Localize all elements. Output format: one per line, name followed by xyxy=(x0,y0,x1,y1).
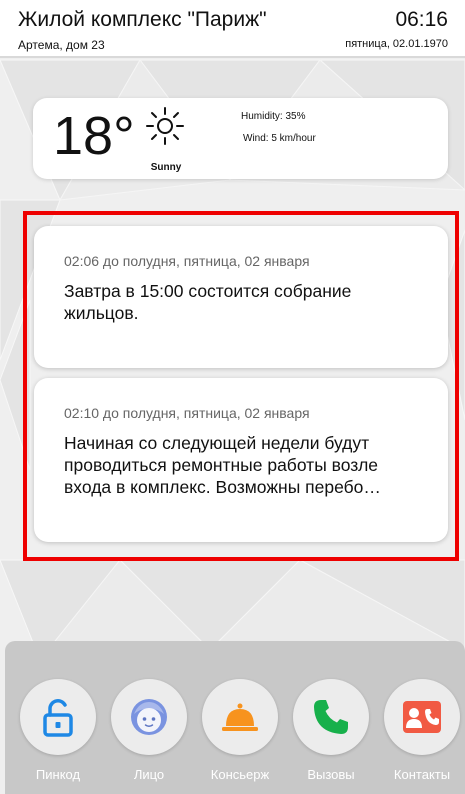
concierge-label: Консьерж xyxy=(210,767,270,782)
unlock-icon xyxy=(43,699,73,737)
face-icon xyxy=(131,699,167,735)
highlight-frame xyxy=(23,211,459,561)
pincode-label: Пинкод xyxy=(35,767,81,782)
sun-icon xyxy=(146,107,184,145)
weather-condition: Sunny xyxy=(150,162,182,173)
contacts-button[interactable]: Контакты xyxy=(382,679,462,789)
address: Артема, дом 23 xyxy=(18,38,105,52)
concierge-bell-icon xyxy=(222,703,258,731)
temperature: 18° xyxy=(53,106,135,166)
calls-label: Вызовы xyxy=(307,767,355,782)
contacts-label: Контакты xyxy=(393,767,451,782)
dock: Пинкод Лицо Консьерж Вызовы Контакты xyxy=(5,641,465,794)
humidity: Humidity: 35% xyxy=(241,111,306,122)
concierge-circle xyxy=(202,679,278,755)
pincode-circle xyxy=(20,679,96,755)
face-button[interactable]: Лицо xyxy=(109,679,189,789)
calls-button[interactable]: Вызовы xyxy=(291,679,371,789)
concierge-button[interactable]: Консьерж xyxy=(200,679,280,789)
complex-name: Жилой комплекс "Париж" xyxy=(18,8,267,31)
face-label: Лицо xyxy=(133,767,165,782)
pincode-button[interactable]: Пинкод xyxy=(18,679,98,789)
header-divider xyxy=(0,56,465,58)
calls-circle xyxy=(293,679,369,755)
face-circle xyxy=(111,679,187,755)
date: пятница, 02.01.1970 xyxy=(345,38,448,50)
wind: Wind: 5 km/hour xyxy=(243,133,316,144)
contacts-circle xyxy=(384,679,460,755)
status-bar: Жилой комплекс "Париж" 06:16 Артема, дом… xyxy=(0,0,465,58)
weather-card: 18° Sunny Humidity: 35% Wind: 5 km/hour xyxy=(33,98,448,179)
clock: 06:16 xyxy=(395,8,448,31)
phone-icon xyxy=(314,700,348,734)
contact-card-icon xyxy=(403,701,441,733)
